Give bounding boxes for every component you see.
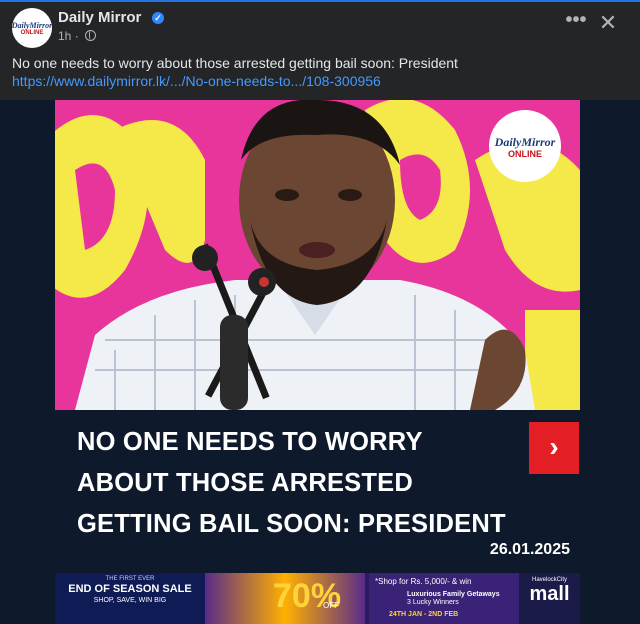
ad-mall-name: mall (529, 583, 570, 605)
top-progress-line (0, 0, 640, 2)
ad-dates: 24TH JAN - 2ND FEB (389, 611, 459, 618)
chevron-right-icon[interactable]: › (529, 422, 579, 474)
avatar-brand-top: DailyMirror (12, 20, 52, 30)
ad-sale-title: END OF SEASON SALE (68, 583, 192, 595)
page-name-link[interactable]: Daily Mirror (58, 9, 141, 26)
ad-prize-panel: *Shop for Rs. 5,000/- & win Luxurious Fa… (369, 573, 519, 624)
post-header: DailyMirror ONLINE Daily Mirror ✓ 1h · •… (12, 6, 628, 52)
headline-text: NO ONE NEEDS TO WORRY ABOUT THOSE ARREST… (77, 428, 506, 538)
ad-sale-panel: THE FIRST EVER END OF SEASON SALE SHOP, … (55, 573, 205, 624)
post-media[interactable]: DailyMirror ONLINE NO ONE NEEDS TO WORRY… (0, 100, 640, 624)
ad-mall-logo: HavelockCity mall (519, 573, 580, 624)
avatar-brand-bottom: ONLINE (20, 29, 44, 36)
president-photo[interactable]: DailyMirror ONLINE (55, 100, 580, 410)
ad-banner[interactable]: THE FIRST EVER END OF SEASON SALE SHOP, … (55, 573, 580, 624)
ad-discount-panel: 70% OFF (205, 573, 365, 624)
close-icon[interactable]: ✕ (594, 12, 622, 36)
verified-badge-icon: ✓ (152, 12, 164, 24)
post-caption: No one needs to worry about those arrest… (12, 55, 458, 71)
watermark-brand-bottom: ONLINE (508, 149, 542, 159)
meta-separator: · (74, 29, 79, 43)
ad-kicker: THE FIRST EVER (105, 576, 155, 582)
ad-discount-off: OFF (323, 601, 339, 610)
headline-panel: NO ONE NEEDS TO WORRY ABOUT THOSE ARREST… (55, 410, 580, 570)
ad-shop-line: *Shop for Rs. 5,000/- & win (375, 577, 472, 586)
headline-date: 26.01.2025 (489, 541, 570, 558)
post-time[interactable]: 1h (58, 29, 71, 43)
daily-mirror-watermark: DailyMirror ONLINE (489, 110, 561, 182)
more-options-icon[interactable]: ••• (562, 10, 590, 34)
ad-prize-subtitle: 3 Lucky Winners (407, 599, 459, 606)
watermark-brand-top: DailyMirror (494, 135, 556, 149)
ad-prize-title: Luxurious Family Getaways (407, 591, 500, 598)
article-link[interactable]: https://www.dailymirror.lk/.../No-one-ne… (12, 72, 381, 90)
globe-icon[interactable] (85, 30, 97, 41)
post-meta: 1h · (58, 29, 97, 43)
page-avatar[interactable]: DailyMirror ONLINE (12, 8, 52, 48)
ad-sale-subtitle: SHOP, SAVE, WIN BIG (93, 597, 167, 604)
